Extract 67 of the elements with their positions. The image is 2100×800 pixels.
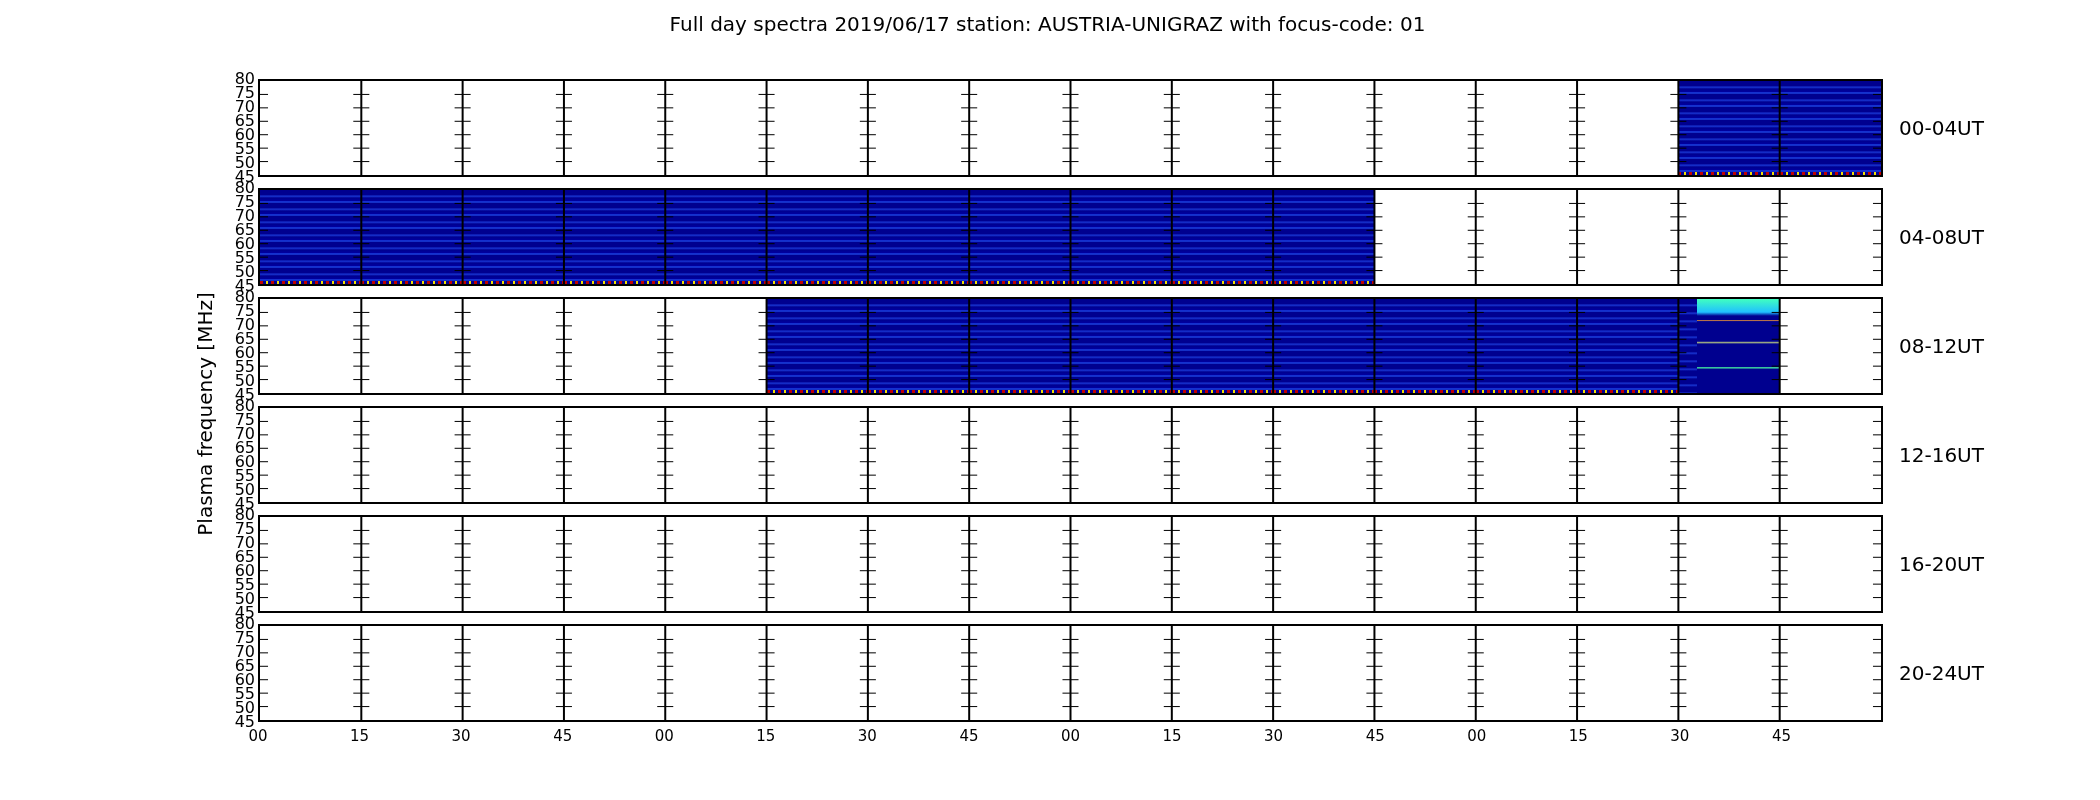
y-tick-label: 65 [234,550,255,564]
panel-time-label: 12-16UT [1899,442,1984,469]
y-tick-label: 80 [234,617,255,631]
y-tick-label: 75 [234,522,255,536]
x-tick-label: 45 [959,727,979,745]
y-tick-label: 55 [234,360,255,374]
y-tick-label: 70 [234,100,255,114]
y-tick-label: 50 [234,265,255,279]
y-tick-label: 60 [234,673,255,687]
y-tick-label: 55 [234,142,255,156]
x-tick-label: 45 [1365,727,1385,745]
y-tick-label: 60 [234,237,255,251]
y-tick-label: 75 [234,86,255,100]
y-tick-label: 75 [234,631,255,645]
y-tick-label: 80 [234,508,255,522]
figure-title: Full day spectra 2019/06/17 station: AUSTRIA-UNIGRAZ with focus-code: 01 [669,11,1426,37]
y-tick-label: 50 [234,374,255,388]
y-tick-label: 45 [234,715,255,729]
y-tick-label: 80 [234,181,255,195]
y-tick-label: 70 [234,645,255,659]
y-tick-label: 50 [234,701,255,715]
y-tick-label: 60 [234,564,255,578]
x-tick-label: 45 [1771,727,1791,745]
y-tick-label: 50 [234,483,255,497]
y-tick-label: 80 [234,290,255,304]
panel-time-label: 20-24UT [1899,660,1984,687]
x-tick-label: 00 [248,727,268,745]
y-tick-label: 80 [234,399,255,413]
panel-time-label: 16-20UT [1899,551,1984,578]
panel-time-label: 04-08UT [1899,224,1984,251]
y-tick-label: 70 [234,209,255,223]
x-tick-label: 15 [1568,727,1588,745]
x-tick-label: 15 [1162,727,1182,745]
x-tick-label: 30 [1670,727,1690,745]
y-axis-label: Plasma frequency [MHz] [192,291,218,536]
x-tick-label: 30 [451,727,471,745]
y-tick-label: 75 [234,304,255,318]
x-tick-label: 45 [553,727,573,745]
y-tick-label: 65 [234,114,255,128]
y-tick-label: 70 [234,318,255,332]
y-tick-label: 60 [234,346,255,360]
y-tick-label: 75 [234,413,255,427]
panel-time-label: 08-12UT [1899,333,1984,360]
y-tick-label: 80 [234,72,255,86]
y-tick-label: 50 [234,156,255,170]
y-tick-label: 55 [234,469,255,483]
x-tick-label: 00 [1060,727,1081,745]
y-tick-label: 65 [234,659,255,673]
y-tick-label: 55 [234,687,255,701]
y-tick-label: 65 [234,332,255,346]
x-tick-label: 30 [857,727,877,745]
y-tick-label: 50 [234,592,255,606]
y-tick-label: 60 [234,128,255,142]
x-tick-label: 15 [350,727,370,745]
x-tick-label: 00 [1467,727,1487,745]
y-tick-label: 65 [234,441,255,455]
y-tick-label: 65 [234,223,255,237]
panel-time-label: 00-04UT [1899,115,1984,142]
y-tick-label: 70 [234,536,255,550]
y-tick-label: 55 [234,251,255,265]
y-tick-label: 55 [234,578,255,592]
y-tick-label: 60 [234,455,255,469]
y-tick-label: 70 [234,427,255,441]
x-tick-label: 00 [654,727,674,745]
y-tick-label: 75 [234,195,255,209]
x-tick-label: 15 [756,727,776,745]
x-tick-label: 30 [1264,727,1284,745]
